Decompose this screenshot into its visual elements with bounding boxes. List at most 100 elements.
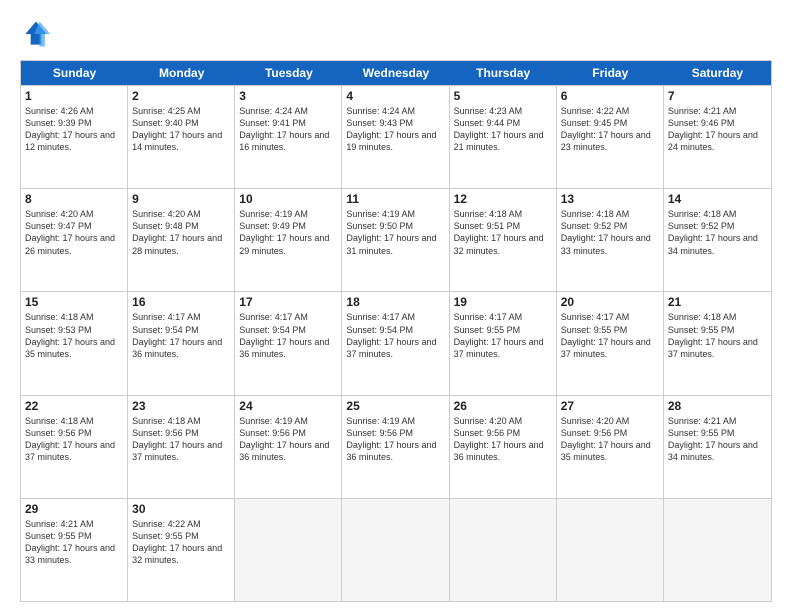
page: SundayMondayTuesdayWednesdayThursdayFrid… — [0, 0, 792, 612]
day-info: Sunrise: 4:19 AM Sunset: 9:56 PM Dayligh… — [346, 415, 444, 464]
calendar-header: SundayMondayTuesdayWednesdayThursdayFrid… — [21, 61, 771, 85]
calendar-cell: 13 Sunrise: 4:18 AM Sunset: 9:52 PM Dayl… — [557, 189, 664, 291]
calendar-cell: 14 Sunrise: 4:18 AM Sunset: 9:52 PM Dayl… — [664, 189, 771, 291]
day-info: Sunrise: 4:21 AM Sunset: 9:55 PM Dayligh… — [25, 518, 123, 567]
calendar-row: 29 Sunrise: 4:21 AM Sunset: 9:55 PM Dayl… — [21, 498, 771, 601]
day-info: Sunrise: 4:21 AM Sunset: 9:55 PM Dayligh… — [668, 415, 767, 464]
calendar-cell: 1 Sunrise: 4:26 AM Sunset: 9:39 PM Dayli… — [21, 86, 128, 188]
day-number: 27 — [561, 399, 659, 413]
day-number: 30 — [132, 502, 230, 516]
day-number: 26 — [454, 399, 552, 413]
calendar-cell: 7 Sunrise: 4:21 AM Sunset: 9:46 PM Dayli… — [664, 86, 771, 188]
logo — [20, 18, 56, 50]
day-info: Sunrise: 4:18 AM Sunset: 9:53 PM Dayligh… — [25, 311, 123, 360]
day-info: Sunrise: 4:18 AM Sunset: 9:52 PM Dayligh… — [668, 208, 767, 257]
day-number: 22 — [25, 399, 123, 413]
day-info: Sunrise: 4:23 AM Sunset: 9:44 PM Dayligh… — [454, 105, 552, 154]
weekday-header: Tuesday — [235, 61, 342, 85]
calendar-cell: 28 Sunrise: 4:21 AM Sunset: 9:55 PM Dayl… — [664, 396, 771, 498]
day-number: 29 — [25, 502, 123, 516]
day-info: Sunrise: 4:22 AM Sunset: 9:55 PM Dayligh… — [132, 518, 230, 567]
day-number: 16 — [132, 295, 230, 309]
day-number: 21 — [668, 295, 767, 309]
calendar-cell: 23 Sunrise: 4:18 AM Sunset: 9:56 PM Dayl… — [128, 396, 235, 498]
weekday-header: Friday — [557, 61, 664, 85]
day-info: Sunrise: 4:24 AM Sunset: 9:43 PM Dayligh… — [346, 105, 444, 154]
calendar-cell: 25 Sunrise: 4:19 AM Sunset: 9:56 PM Dayl… — [342, 396, 449, 498]
day-number: 6 — [561, 89, 659, 103]
day-info: Sunrise: 4:17 AM Sunset: 9:55 PM Dayligh… — [561, 311, 659, 360]
calendar: SundayMondayTuesdayWednesdayThursdayFrid… — [20, 60, 772, 602]
calendar-cell: 16 Sunrise: 4:17 AM Sunset: 9:54 PM Dayl… — [128, 292, 235, 394]
day-number: 12 — [454, 192, 552, 206]
day-number: 18 — [346, 295, 444, 309]
day-number: 19 — [454, 295, 552, 309]
calendar-row: 1 Sunrise: 4:26 AM Sunset: 9:39 PM Dayli… — [21, 85, 771, 188]
day-number: 28 — [668, 399, 767, 413]
calendar-cell: 9 Sunrise: 4:20 AM Sunset: 9:48 PM Dayli… — [128, 189, 235, 291]
day-number: 10 — [239, 192, 337, 206]
day-number: 24 — [239, 399, 337, 413]
calendar-row: 8 Sunrise: 4:20 AM Sunset: 9:47 PM Dayli… — [21, 188, 771, 291]
calendar-cell: 11 Sunrise: 4:19 AM Sunset: 9:50 PM Dayl… — [342, 189, 449, 291]
calendar-cell: 4 Sunrise: 4:24 AM Sunset: 9:43 PM Dayli… — [342, 86, 449, 188]
day-info: Sunrise: 4:17 AM Sunset: 9:54 PM Dayligh… — [132, 311, 230, 360]
calendar-row: 22 Sunrise: 4:18 AM Sunset: 9:56 PM Dayl… — [21, 395, 771, 498]
calendar-cell: 19 Sunrise: 4:17 AM Sunset: 9:55 PM Dayl… — [450, 292, 557, 394]
day-info: Sunrise: 4:18 AM Sunset: 9:55 PM Dayligh… — [668, 311, 767, 360]
day-number: 25 — [346, 399, 444, 413]
day-info: Sunrise: 4:20 AM Sunset: 9:47 PM Dayligh… — [25, 208, 123, 257]
day-info: Sunrise: 4:20 AM Sunset: 9:48 PM Dayligh… — [132, 208, 230, 257]
day-number: 5 — [454, 89, 552, 103]
weekday-header: Thursday — [450, 61, 557, 85]
calendar-cell — [664, 499, 771, 601]
day-info: Sunrise: 4:17 AM Sunset: 9:54 PM Dayligh… — [239, 311, 337, 360]
calendar-cell: 18 Sunrise: 4:17 AM Sunset: 9:54 PM Dayl… — [342, 292, 449, 394]
day-number: 17 — [239, 295, 337, 309]
calendar-cell: 30 Sunrise: 4:22 AM Sunset: 9:55 PM Dayl… — [128, 499, 235, 601]
calendar-cell: 21 Sunrise: 4:18 AM Sunset: 9:55 PM Dayl… — [664, 292, 771, 394]
day-number: 15 — [25, 295, 123, 309]
calendar-cell: 29 Sunrise: 4:21 AM Sunset: 9:55 PM Dayl… — [21, 499, 128, 601]
calendar-cell — [557, 499, 664, 601]
day-info: Sunrise: 4:18 AM Sunset: 9:56 PM Dayligh… — [25, 415, 123, 464]
calendar-cell: 10 Sunrise: 4:19 AM Sunset: 9:49 PM Dayl… — [235, 189, 342, 291]
weekday-header: Monday — [128, 61, 235, 85]
day-info: Sunrise: 4:18 AM Sunset: 9:56 PM Dayligh… — [132, 415, 230, 464]
calendar-cell: 22 Sunrise: 4:18 AM Sunset: 9:56 PM Dayl… — [21, 396, 128, 498]
calendar-cell: 8 Sunrise: 4:20 AM Sunset: 9:47 PM Dayli… — [21, 189, 128, 291]
day-number: 13 — [561, 192, 659, 206]
day-info: Sunrise: 4:19 AM Sunset: 9:49 PM Dayligh… — [239, 208, 337, 257]
calendar-body: 1 Sunrise: 4:26 AM Sunset: 9:39 PM Dayli… — [21, 85, 771, 601]
calendar-cell: 17 Sunrise: 4:17 AM Sunset: 9:54 PM Dayl… — [235, 292, 342, 394]
day-number: 4 — [346, 89, 444, 103]
day-info: Sunrise: 4:24 AM Sunset: 9:41 PM Dayligh… — [239, 105, 337, 154]
day-info: Sunrise: 4:22 AM Sunset: 9:45 PM Dayligh… — [561, 105, 659, 154]
day-number: 20 — [561, 295, 659, 309]
calendar-cell: 26 Sunrise: 4:20 AM Sunset: 9:56 PM Dayl… — [450, 396, 557, 498]
calendar-cell: 3 Sunrise: 4:24 AM Sunset: 9:41 PM Dayli… — [235, 86, 342, 188]
day-info: Sunrise: 4:20 AM Sunset: 9:56 PM Dayligh… — [454, 415, 552, 464]
day-number: 23 — [132, 399, 230, 413]
calendar-cell — [342, 499, 449, 601]
day-info: Sunrise: 4:19 AM Sunset: 9:56 PM Dayligh… — [239, 415, 337, 464]
day-info: Sunrise: 4:21 AM Sunset: 9:46 PM Dayligh… — [668, 105, 767, 154]
day-number: 1 — [25, 89, 123, 103]
day-info: Sunrise: 4:19 AM Sunset: 9:50 PM Dayligh… — [346, 208, 444, 257]
day-number: 3 — [239, 89, 337, 103]
day-number: 9 — [132, 192, 230, 206]
calendar-cell: 15 Sunrise: 4:18 AM Sunset: 9:53 PM Dayl… — [21, 292, 128, 394]
day-number: 8 — [25, 192, 123, 206]
day-number: 14 — [668, 192, 767, 206]
day-info: Sunrise: 4:25 AM Sunset: 9:40 PM Dayligh… — [132, 105, 230, 154]
logo-icon — [20, 18, 52, 50]
calendar-cell: 20 Sunrise: 4:17 AM Sunset: 9:55 PM Dayl… — [557, 292, 664, 394]
day-info: Sunrise: 4:26 AM Sunset: 9:39 PM Dayligh… — [25, 105, 123, 154]
day-number: 7 — [668, 89, 767, 103]
calendar-cell: 2 Sunrise: 4:25 AM Sunset: 9:40 PM Dayli… — [128, 86, 235, 188]
weekday-header: Sunday — [21, 61, 128, 85]
weekday-header: Wednesday — [342, 61, 449, 85]
day-number: 11 — [346, 192, 444, 206]
weekday-header: Saturday — [664, 61, 771, 85]
day-info: Sunrise: 4:20 AM Sunset: 9:56 PM Dayligh… — [561, 415, 659, 464]
